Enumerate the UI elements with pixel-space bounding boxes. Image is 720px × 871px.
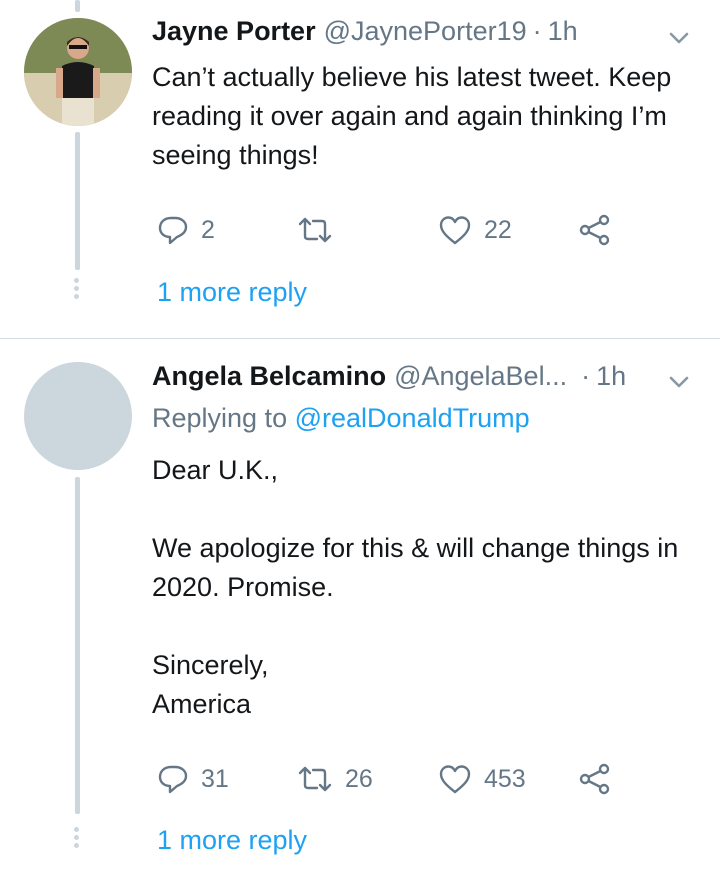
more-reply-link[interactable]: 1 more reply xyxy=(157,277,307,308)
author-name[interactable]: Angela Belcamino xyxy=(152,361,386,392)
like-count: 453 xyxy=(484,764,526,793)
avatar-placeholder[interactable] xyxy=(24,362,132,470)
tweet-header: Angela Belcamino @AngelaBel... · 1h xyxy=(152,361,626,392)
thread-dots xyxy=(74,278,80,302)
timestamp[interactable]: 1h xyxy=(596,361,626,392)
thread-line-top xyxy=(75,0,80,12)
retweet-icon xyxy=(298,766,332,792)
reply-count: 31 xyxy=(201,764,229,793)
author-handle[interactable]: @AngelaBel... xyxy=(394,361,567,392)
heart-icon xyxy=(439,216,471,245)
replying-to-handle[interactable]: @realDonaldTrump xyxy=(295,403,530,433)
thread-line xyxy=(75,477,80,814)
more-reply-link[interactable]: 1 more reply xyxy=(157,825,307,856)
tweet-angela-belcamino[interactable]: Angela Belcamino @AngelaBel... · 1h Repl… xyxy=(0,339,720,871)
tweet-jayne-porter[interactable]: Jayne Porter @JaynePorter19 · 1h Can’t a… xyxy=(0,0,720,338)
thread-line xyxy=(75,132,80,270)
reply-button[interactable]: 31 xyxy=(157,763,229,795)
separator: · xyxy=(581,361,591,391)
avatar[interactable] xyxy=(24,18,132,126)
retweet-count: 26 xyxy=(345,764,373,793)
share-button[interactable] xyxy=(578,214,624,246)
like-count: 22 xyxy=(484,215,512,244)
retweet-button[interactable]: 26 xyxy=(297,763,373,795)
replying-prefix: Replying to xyxy=(152,403,288,433)
separator: · xyxy=(532,16,542,46)
timestamp[interactable]: 1h xyxy=(548,16,578,47)
reply-icon xyxy=(158,216,188,245)
chevron-down-icon[interactable] xyxy=(666,369,692,395)
reply-count: 2 xyxy=(201,215,215,244)
tweet-text: Can’t actually believe his latest tweet.… xyxy=(152,62,672,170)
heart-icon xyxy=(439,765,471,794)
like-button[interactable]: 453 xyxy=(438,763,526,795)
tweet-text: Dear U.K., We apologize for this & will … xyxy=(152,455,679,719)
author-handle[interactable]: @JaynePorter19 xyxy=(324,16,527,47)
like-button[interactable]: 22 xyxy=(438,214,512,246)
replying-to: Replying to @realDonaldTrump xyxy=(152,403,530,434)
share-button[interactable] xyxy=(578,763,624,795)
share-icon xyxy=(579,763,610,795)
thread-dots xyxy=(74,827,80,851)
reply-icon xyxy=(158,765,188,794)
retweet-button[interactable] xyxy=(297,214,345,246)
author-name[interactable]: Jayne Porter xyxy=(152,16,316,47)
share-icon xyxy=(579,214,610,246)
retweet-icon xyxy=(298,217,332,243)
chevron-down-icon[interactable] xyxy=(666,25,692,51)
tweet-header: Jayne Porter @JaynePorter19 · 1h xyxy=(152,16,578,47)
reply-button[interactable]: 2 xyxy=(157,214,215,246)
